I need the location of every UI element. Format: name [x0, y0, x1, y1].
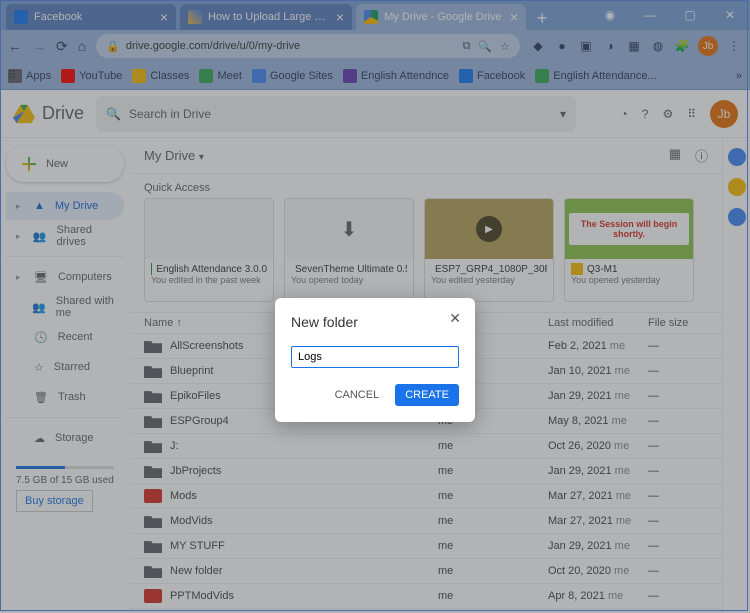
modal-overlay[interactable]: New folder ✕ CANCEL CREATE: [0, 0, 750, 613]
create-button[interactable]: CREATE: [395, 384, 459, 406]
dialog-title: New folder: [291, 314, 459, 330]
close-icon[interactable]: ✕: [449, 310, 461, 327]
cancel-button[interactable]: CANCEL: [325, 384, 390, 406]
folder-name-input[interactable]: [291, 346, 459, 368]
new-folder-dialog: New folder ✕ CANCEL CREATE: [275, 298, 475, 422]
